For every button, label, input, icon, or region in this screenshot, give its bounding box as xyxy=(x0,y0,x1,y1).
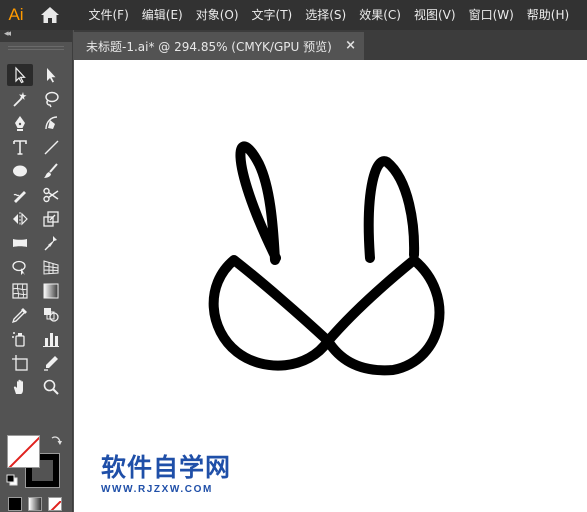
tool-symbol-sprayer[interactable] xyxy=(7,328,33,350)
type-icon xyxy=(13,140,27,155)
none-mode-button[interactable] xyxy=(48,497,62,511)
tool-paintbrush[interactable] xyxy=(38,160,64,182)
menu-effect[interactable]: 效果(C) xyxy=(353,0,408,30)
tool-perspective-grid[interactable] xyxy=(38,256,64,278)
tool-scale[interactable] xyxy=(38,208,64,230)
menu-view[interactable]: 视图(V) xyxy=(407,0,462,30)
color-mode-button[interactable] xyxy=(8,497,22,511)
gradient-icon xyxy=(43,283,59,299)
direct-selection-icon xyxy=(47,68,56,83)
tool-ellipse[interactable] xyxy=(7,160,33,182)
tool-reflect[interactable] xyxy=(7,208,33,230)
curvature-icon xyxy=(45,116,58,130)
shaper-icon xyxy=(13,191,26,203)
default-colors-icon[interactable] xyxy=(6,474,18,486)
menu-bar: Ai 文件(F) 编辑(E) 对象(O) 文字(T) 选择(S) 效果(C) 视… xyxy=(0,0,587,30)
swap-fill-stroke-icon[interactable] xyxy=(50,434,62,448)
left-cup xyxy=(208,255,333,371)
tool-curvature[interactable] xyxy=(38,112,64,134)
tool-type[interactable] xyxy=(7,136,33,158)
tool-artboard[interactable] xyxy=(7,352,33,374)
scissors-icon xyxy=(43,187,59,203)
fill-swatch[interactable] xyxy=(7,435,40,468)
menu-window[interactable]: 窗口(W) xyxy=(462,0,520,30)
home-icon xyxy=(41,7,59,23)
tool-direct-selection[interactable] xyxy=(38,64,64,86)
column-graph-icon xyxy=(43,333,59,347)
magic-wand-icon xyxy=(13,92,27,107)
tool-pen[interactable] xyxy=(7,112,33,134)
watermark: 软件自学网 WWW.RJZXW.COM xyxy=(101,453,232,496)
pen-icon xyxy=(15,116,25,131)
shape-builder-icon xyxy=(12,260,26,275)
puppet-warp-icon xyxy=(44,236,57,251)
collapse-icon[interactable]: ◂◂ xyxy=(4,29,11,39)
tool-shaper[interactable] xyxy=(7,184,33,206)
scale-icon xyxy=(43,211,59,227)
tool-width[interactable] xyxy=(7,232,33,254)
selection-icon xyxy=(15,66,26,84)
tool-magic-wand[interactable] xyxy=(7,88,33,110)
artboard-icon xyxy=(12,355,28,371)
tool-zoom[interactable] xyxy=(38,376,64,398)
menu-type[interactable]: 文字(T) xyxy=(245,0,299,30)
tool-gradient[interactable] xyxy=(38,280,64,302)
menu-file[interactable]: 文件(F) xyxy=(82,0,135,30)
illustrator-window: Ai 文件(F) 编辑(E) 对象(O) 文字(T) 选择(S) 效果(C) 视… xyxy=(0,0,587,512)
tool-blend[interactable] xyxy=(38,304,64,326)
none-color-icon xyxy=(8,436,39,467)
zoom-icon xyxy=(43,379,59,395)
menu-object[interactable]: 对象(O) xyxy=(189,0,245,30)
reflect-icon xyxy=(13,212,28,226)
none-icon xyxy=(50,500,61,510)
line-segment-icon xyxy=(44,140,59,155)
paintbrush-icon xyxy=(44,163,58,178)
right-cup xyxy=(323,255,445,376)
tool-mesh[interactable] xyxy=(7,280,33,302)
symbol-sprayer-icon xyxy=(12,332,25,347)
slice-icon xyxy=(44,356,58,371)
main-menu: 文件(F) 编辑(E) 对象(O) 文字(T) 选择(S) 效果(C) 视图(V… xyxy=(82,0,576,30)
tool-eyedropper[interactable] xyxy=(7,304,33,326)
tool-scissors[interactable] xyxy=(38,184,64,206)
tool-shape-builder[interactable] xyxy=(7,256,33,278)
tools-panel-header[interactable]: ◂◂ xyxy=(0,29,72,42)
watermark-url: WWW.RJZXW.COM xyxy=(101,484,213,495)
width-icon xyxy=(13,239,27,247)
close-icon[interactable]: × xyxy=(345,38,356,53)
right-strap xyxy=(363,156,420,263)
tool-line-segment[interactable] xyxy=(38,136,64,158)
left-strap xyxy=(235,141,281,265)
mesh-icon xyxy=(12,283,28,299)
panel-grip[interactable] xyxy=(8,46,64,50)
tool-selection[interactable] xyxy=(7,64,33,86)
artboard-canvas[interactable]: 软件自学网 WWW.RJZXW.COM xyxy=(74,60,587,512)
tool-lasso[interactable] xyxy=(38,88,64,110)
menu-select[interactable]: 选择(S) xyxy=(299,0,353,30)
menu-help[interactable]: 帮助(H) xyxy=(520,0,575,30)
tool-slice[interactable] xyxy=(38,352,64,374)
app-logo: Ai xyxy=(8,5,24,24)
home-button[interactable] xyxy=(32,0,68,30)
blend-icon xyxy=(44,308,59,322)
document-tab[interactable]: 未标题-1.ai* @ 294.85% (CMYK/GPU 预览) × xyxy=(74,32,364,60)
hand-icon xyxy=(13,379,23,394)
tool-hand[interactable] xyxy=(7,376,33,398)
tools-panel: ◂◂ xyxy=(0,29,73,512)
lasso-icon xyxy=(45,91,59,108)
watermark-title: 软件自学网 xyxy=(101,453,232,482)
eyedropper-icon xyxy=(11,308,27,324)
document-tab-title: 未标题-1.ai* @ 294.85% (CMYK/GPU 预览) xyxy=(86,39,332,54)
ellipse-icon xyxy=(13,165,27,177)
document-tab-bar: 未标题-1.ai* @ 294.85% (CMYK/GPU 预览) × xyxy=(74,30,587,60)
bra-artwork[interactable] xyxy=(74,60,587,512)
gradient-mode-button[interactable] xyxy=(28,497,42,511)
menu-edit[interactable]: 编辑(E) xyxy=(135,0,189,30)
tool-column-graph[interactable] xyxy=(38,328,64,350)
tool-puppet-warp[interactable] xyxy=(38,232,64,254)
perspective-grid-icon xyxy=(43,260,59,275)
